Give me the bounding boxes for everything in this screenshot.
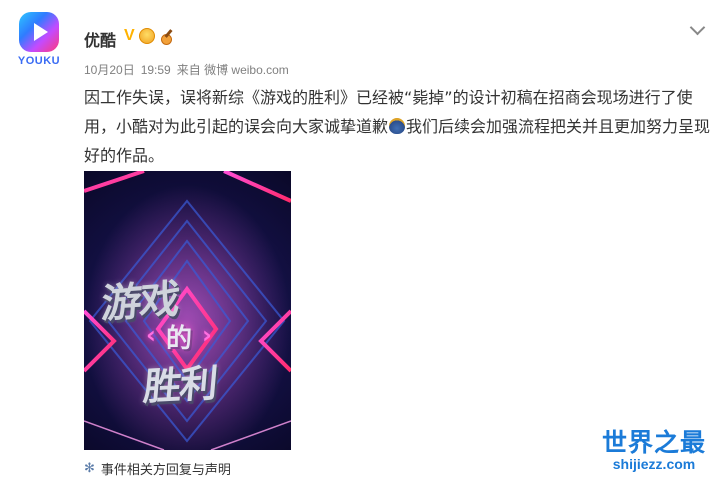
logo-text: YOUKU bbox=[17, 55, 61, 67]
username[interactable]: 优酷 bbox=[84, 27, 116, 51]
related-statement-label: 事件相关方回复与声明 bbox=[100, 463, 231, 478]
related-statement-link[interactable]: ✻ 事件相关方回复与声明 bbox=[84, 459, 231, 478]
post-meta: 10月20日 19:59 来自 微博 weibo.com bbox=[84, 61, 295, 78]
post-time[interactable]: 19:59 bbox=[141, 63, 171, 77]
avatar[interactable]: YOUKU bbox=[10, 10, 68, 68]
user-badges: V bbox=[124, 27, 175, 45]
poster-title: 游戏 ‹ 的 › 胜利 bbox=[84, 171, 291, 450]
watermark: 世界之最 shijiezz.com bbox=[592, 423, 716, 472]
poster-title-line3: 胜利 bbox=[141, 361, 218, 409]
youku-logo-icon bbox=[19, 12, 59, 52]
post-text: 因工作失误，误将新综《游戏的胜利》已经被“毙掉”的设计初稿在招商会现场进行了使用… bbox=[84, 83, 712, 170]
watermark-cn: 世界之最 bbox=[601, 428, 706, 457]
poster-bracket-right: › bbox=[202, 321, 212, 349]
money-bag-emoji-icon bbox=[389, 118, 406, 134]
guitar-icon[interactable] bbox=[159, 28, 175, 45]
post-image[interactable]: 游戏 ‹ 的 › 胜利 bbox=[84, 171, 291, 450]
chevron-down-icon[interactable] bbox=[689, 19, 706, 36]
post-source[interactable]: 来自 微博 weibo.com bbox=[177, 63, 289, 77]
sparkle-icon: ✻ bbox=[84, 461, 95, 476]
medal-icon[interactable] bbox=[138, 28, 155, 44]
verified-v-icon[interactable]: V bbox=[124, 27, 135, 45]
poster-title-line2: 的 bbox=[166, 324, 193, 354]
post-date[interactable]: 10月20日 bbox=[84, 63, 135, 77]
poster-bracket-left: ‹ bbox=[146, 321, 156, 349]
